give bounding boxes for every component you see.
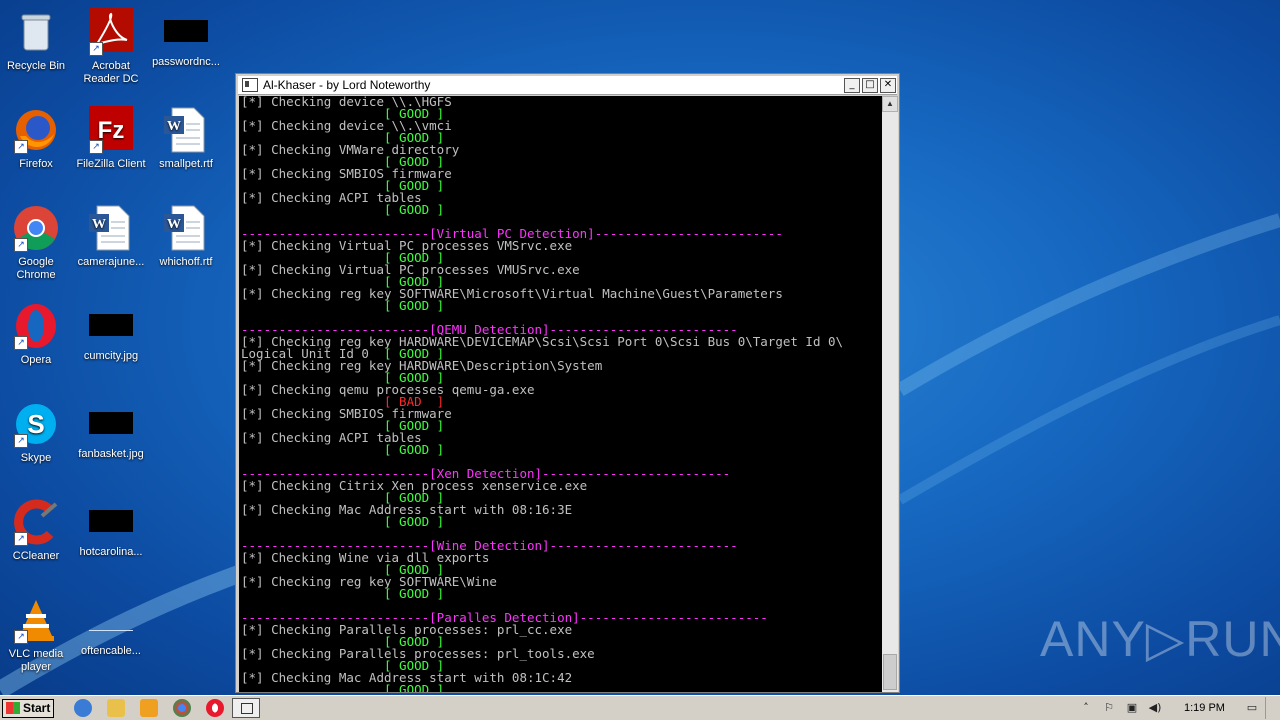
desktop-icon-smallpet[interactable]: W smallpet.rtf [148, 106, 224, 171]
console-line-text: [ GOOD ] [241, 514, 445, 529]
console-line: [ GOOD ] [241, 442, 882, 457]
console-line: [ GOOD ] [241, 682, 882, 692]
desktop-icon-label: oftencable... [81, 645, 141, 657]
console-line-text: [ GOOD ] [241, 682, 445, 692]
console-line: [ GOOD ] [241, 298, 882, 313]
volume-icon[interactable]: ◀) [1148, 702, 1162, 714]
file-thumbnail [164, 20, 208, 42]
desktop-icon-recycle-bin[interactable]: Recycle Bin [0, 8, 74, 73]
scroll-up-arrow-icon[interactable]: ▲ [882, 96, 898, 112]
word-document-icon: W [162, 204, 210, 252]
console-app-icon [242, 78, 258, 92]
network-icon[interactable]: ▣ [1125, 702, 1139, 714]
console-line: [ GOOD ] [241, 586, 882, 601]
opera-taskbar-icon[interactable] [206, 699, 224, 717]
image-thumbnail [89, 412, 133, 434]
console-line-text: [ GOOD ] [241, 586, 445, 601]
desktop-icon-label: Acrobat Reader DC [83, 60, 139, 85]
desktop-icon-whichoff[interactable]: W whichoff.rtf [148, 204, 224, 269]
desktop-icon-vlc[interactable]: ↗ VLC media player [0, 596, 74, 674]
desktop-icon-label: Skype [20, 452, 52, 464]
desktop-icon-skype[interactable]: S ↗ Skype [0, 400, 74, 465]
maximize-button[interactable]: □ [862, 77, 878, 93]
taskbar: Start ˄ ⚐ ▣ ◀) 1:19 PM ▭ [0, 695, 1280, 720]
filezilla-icon: Fz ↗ [87, 106, 135, 154]
desktop-icon-label: passwordnc... [152, 56, 220, 68]
recycle-bin-icon [12, 8, 60, 56]
file-explorer-icon[interactable] [107, 699, 125, 717]
desktop-icon-label: smallpet.rtf [159, 158, 213, 170]
desktop-icon-label: Opera [20, 354, 52, 366]
notifications-icon[interactable]: ▭ [1245, 702, 1259, 714]
console-line: [ GOOD ] [241, 514, 882, 529]
image-thumbnail [89, 314, 133, 336]
desktop-icon-label: FileZilla Client [76, 158, 146, 170]
word-document-icon: W [87, 204, 135, 252]
console-line-text: [ GOOD ] [241, 442, 445, 457]
start-button[interactable]: Start [2, 698, 54, 718]
svg-text:W: W [167, 119, 181, 134]
opera-icon: ↗ [12, 302, 60, 350]
show-desktop-button[interactable] [1265, 697, 1280, 719]
desktop-icon-label: VLC media player [8, 648, 64, 673]
console-output[interactable]: [*] Checking device \\.\HGFS [ GOOD ] [*]… [239, 96, 882, 692]
desktop-icon-oftencable[interactable]: oftencable... [73, 596, 149, 658]
window-title: Al-Khaser - by Lord Noteworthy [263, 78, 431, 92]
desktop-icon-label: CCleaner [12, 550, 60, 562]
anyrun-watermark: ANY▷RUN [1040, 611, 1280, 667]
console-line-text: [ GOOD ] [241, 202, 445, 217]
console-window[interactable]: Al-Khaser - by Lord Noteworthy _ □ ✕ [*]… [235, 73, 900, 693]
desktop-icon-acrobat[interactable]: ↗ Acrobat Reader DC [73, 8, 149, 86]
console-line-text: [ GOOD ] [241, 298, 445, 313]
console-taskbar-button[interactable] [232, 698, 260, 718]
console-line: [ GOOD ] [241, 202, 882, 217]
taskbar-clock[interactable]: 1:19 PM [1184, 702, 1236, 714]
desktop-icon-passwordnc[interactable]: passwordnc... [148, 8, 224, 69]
windows-flag-icon [6, 702, 20, 714]
image-thumbnail [89, 608, 133, 631]
desktop-icon-opera[interactable]: ↗ Opera [0, 302, 74, 367]
start-label: Start [23, 701, 51, 715]
vertical-scrollbar[interactable]: ▲ [882, 96, 898, 692]
desktop-icon-ccleaner[interactable]: ↗ CCleaner [0, 498, 74, 563]
desktop-icon-label: whichoff.rtf [159, 256, 213, 268]
desktop-icon-label: cumcity.jpg [83, 350, 139, 362]
svg-text:W: W [167, 217, 181, 232]
skype-icon: S ↗ [12, 400, 60, 448]
desktop-icon-firefox[interactable]: ↗ Firefox [0, 106, 74, 171]
word-document-icon: W [162, 106, 210, 154]
action-center-flag-icon[interactable]: ⚐ [1102, 702, 1116, 714]
scrollbar-thumb[interactable] [883, 654, 897, 690]
acrobat-icon: ↗ [87, 8, 135, 56]
desktop-icon-google-chrome[interactable]: ↗ Google Chrome [0, 204, 74, 282]
svg-text:W: W [92, 217, 106, 232]
desktop-icon-hotcarolina[interactable]: hotcarolina... [73, 498, 149, 559]
minimize-button[interactable]: _ [844, 77, 860, 93]
system-tray: ˄ ⚐ ▣ ◀) 1:19 PM ▭ [1070, 696, 1280, 720]
desktop-icon-label: fanbasket.jpg [78, 448, 144, 460]
desktop-icon-filezilla[interactable]: Fz ↗ FileZilla Client [73, 106, 149, 171]
chrome-taskbar-icon[interactable] [173, 699, 191, 717]
internet-explorer-icon[interactable] [74, 699, 92, 717]
desktop-icon-label: camerajune... [77, 256, 145, 268]
chrome-icon: ↗ [12, 204, 60, 252]
media-player-icon[interactable] [140, 699, 158, 717]
image-thumbnail [89, 510, 133, 532]
show-hidden-icons-chevron-icon[interactable]: ˄ [1079, 702, 1093, 714]
desktop-icon-cumcity[interactable]: cumcity.jpg [73, 302, 149, 363]
desktop-icon-fanbasket[interactable]: fanbasket.jpg [73, 400, 149, 461]
desktop-icon-label: Recycle Bin [6, 60, 66, 72]
desktop-icon-label: Firefox [19, 158, 53, 170]
vlc-icon: ↗ [12, 596, 60, 644]
window-titlebar[interactable]: Al-Khaser - by Lord Noteworthy _ □ ✕ [238, 76, 897, 95]
ccleaner-icon: ↗ [12, 498, 60, 546]
close-button[interactable]: ✕ [880, 77, 896, 93]
desktop-icon-label: hotcarolina... [79, 546, 143, 558]
desktop-icon-label: Google Chrome [16, 256, 56, 281]
desktop-icon-camerajune[interactable]: W camerajune... [73, 204, 149, 269]
firefox-icon: ↗ [12, 106, 60, 154]
svg-text:S: S [27, 409, 44, 439]
